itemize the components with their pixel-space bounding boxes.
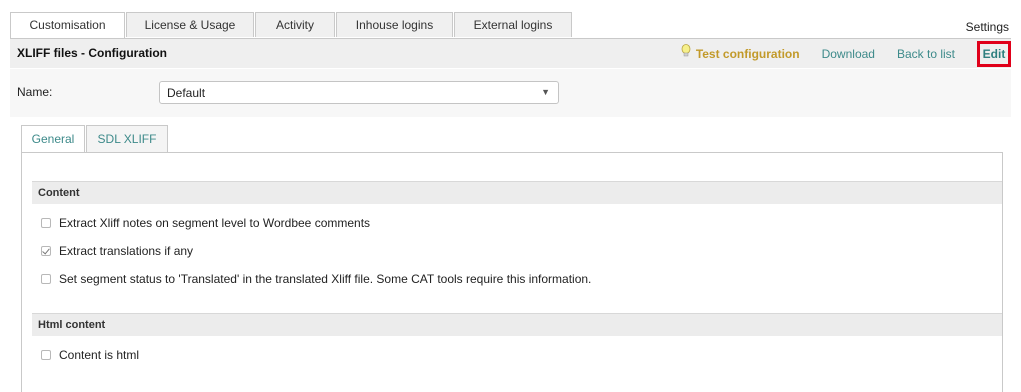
tab-sdl-xliff[interactable]: SDL XLIFF — [86, 125, 168, 153]
option-extract-translations[interactable]: Extract translations if any — [41, 244, 193, 258]
option-segment-status[interactable]: Set segment status to 'Translated' in th… — [41, 272, 591, 286]
section-header-html-content: Html content — [32, 313, 1002, 336]
option-extract-notes[interactable]: Extract Xliff notes on segment level to … — [41, 216, 370, 230]
download-link[interactable]: Download — [822, 47, 875, 61]
name-label: Name: — [17, 85, 53, 99]
section-title: Content — [38, 187, 80, 199]
option-label: Extract Xliff notes on segment level to … — [59, 216, 371, 230]
lightbulb-icon — [681, 44, 691, 57]
test-configuration-label: Test configuration — [695, 47, 800, 61]
checkbox[interactable] — [41, 246, 51, 256]
tab-activity[interactable]: Activity — [255, 12, 335, 37]
section-title: Html content — [38, 319, 106, 331]
tab-customisation[interactable]: Customisation — [10, 12, 125, 39]
checkbox[interactable] — [41, 274, 51, 284]
general-panel: Content Extract Xliff notes on segment l… — [21, 152, 1003, 392]
back-to-list-link[interactable]: Back to list — [897, 47, 955, 61]
edit-button[interactable]: Edit — [977, 41, 1011, 67]
top-tab-bar: Customisation License & Usage Activity I… — [10, 12, 573, 39]
tab-inhouse-logins[interactable]: Inhouse logins — [336, 12, 453, 37]
section-header-content: Content — [32, 181, 1002, 204]
dropdown-arrow-icon: ▼ — [541, 87, 550, 97]
page-title: XLIFF files - Configuration — [17, 46, 167, 60]
option-content-is-html[interactable]: Content is html — [41, 348, 139, 362]
tab-general[interactable]: General — [21, 125, 85, 154]
tab-license-usage[interactable]: License & Usage — [126, 12, 254, 37]
header-actions: Test configuration Download Back to list… — [681, 39, 1011, 69]
name-select-value: Default — [167, 86, 206, 100]
name-select[interactable]: Default ▼ — [159, 81, 559, 104]
option-label: Extract translations if any — [59, 244, 194, 258]
name-row: Name: Default ▼ — [10, 69, 1011, 117]
sub-tab-bar: General SDL XLIFF — [21, 125, 169, 154]
option-label: Content is html — [59, 348, 140, 362]
test-configuration-link[interactable]: Test configuration — [681, 44, 800, 61]
tab-external-logins[interactable]: External logins — [454, 12, 572, 37]
checkbox[interactable] — [41, 350, 51, 360]
option-label: Set segment status to 'Translated' in th… — [59, 272, 592, 286]
header-bar: XLIFF files - Configuration Test configu… — [10, 38, 1011, 68]
checkbox[interactable] — [41, 218, 51, 228]
settings-label: Settings — [965, 20, 1009, 34]
